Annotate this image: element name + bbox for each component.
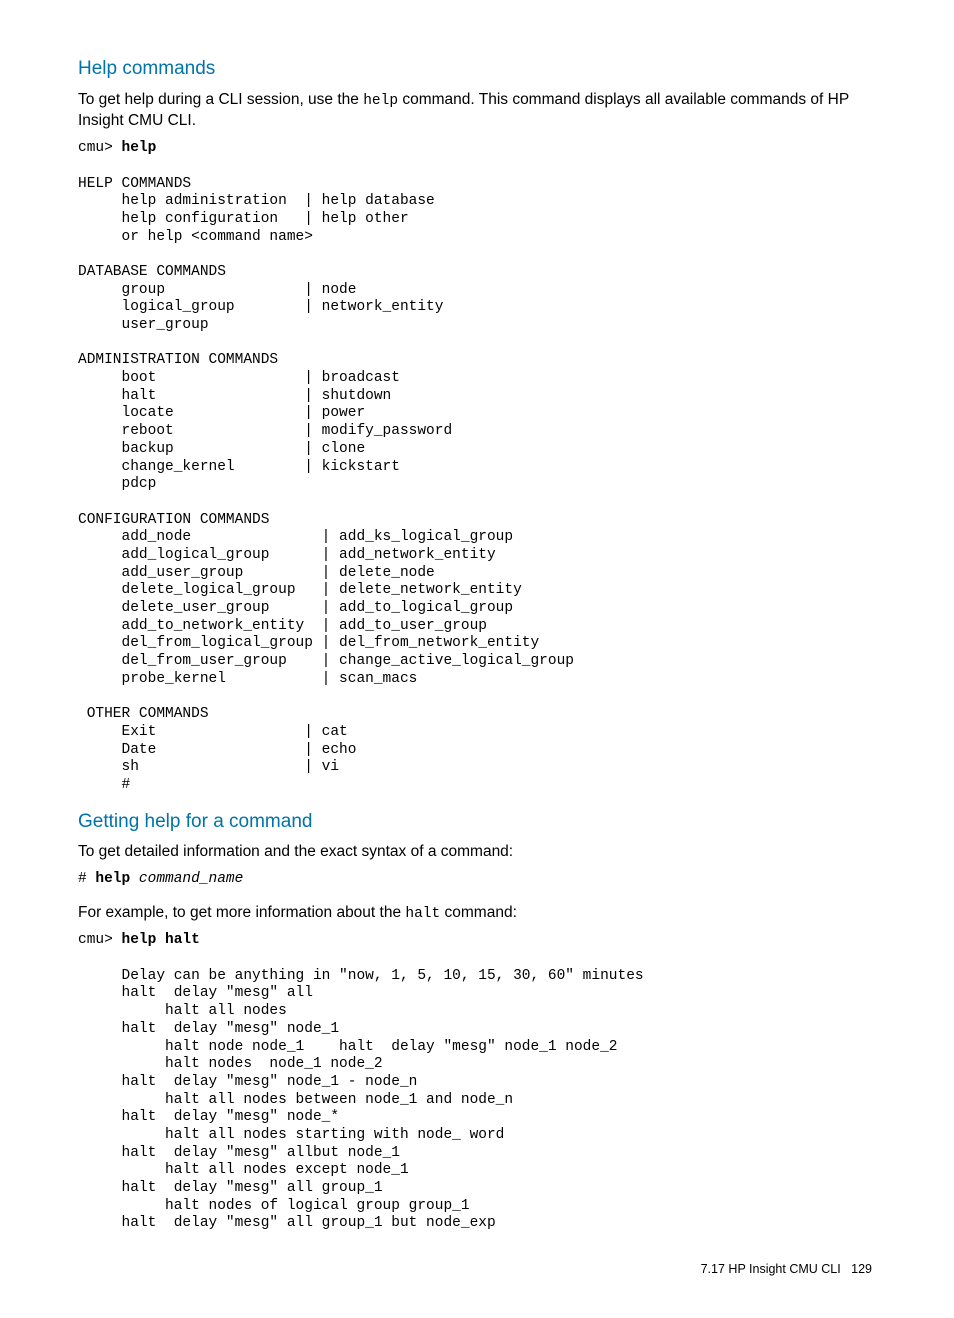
syntax-prompt: # [78,871,95,887]
example-text-before: For example, to get more information abo… [78,904,405,921]
cli-syntax-line: # help command_name [78,871,876,889]
cli-help-body: HELP COMMANDS help administration | help… [78,176,574,793]
cli-prompt: cmu> [78,140,122,156]
cli-prompt-2: cmu> [78,932,122,948]
intro-paragraph-2: To get detailed information and the exac… [78,842,876,863]
syntax-cmd: help [95,871,139,887]
cli-help-output: cmu> help HELP COMMANDS help administrat… [78,140,876,794]
page-footer: 7.17 HP Insight CMU CLI 129 [78,1261,876,1278]
footer-page: 129 [851,1262,872,1276]
cli-command-help-halt: help halt [122,932,200,948]
example-inline-code: halt [405,906,440,922]
heading-help-commands: Help commands [78,56,876,82]
cli-help-halt-output: cmu> help halt Delay can be anything in … [78,932,876,1233]
intro-inline-code: help [363,93,398,109]
footer-section: 7.17 HP Insight CMU CLI [701,1262,841,1276]
cli-command-help: help [122,140,157,156]
intro-paragraph-1: To get help during a CLI session, use th… [78,90,876,132]
example-text-after: command: [440,904,517,921]
cli-help-halt-body: Delay can be anything in "now, 1, 5, 10,… [78,968,644,1232]
example-paragraph: For example, to get more information abo… [78,903,876,925]
syntax-arg: command_name [139,871,243,887]
heading-getting-help: Getting help for a command [78,809,876,835]
intro-text-before: To get help during a CLI session, use th… [78,91,363,108]
